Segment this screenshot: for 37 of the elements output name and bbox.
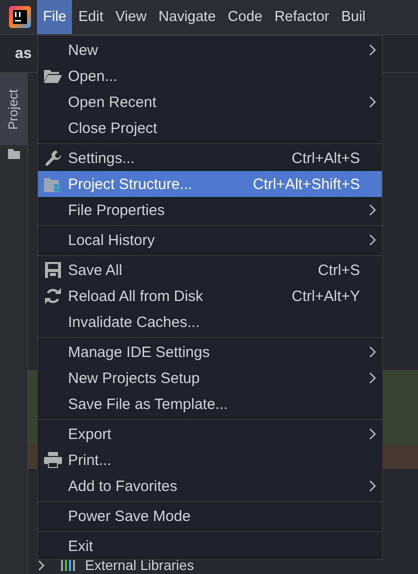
menu-item[interactable]: File Properties — [38, 197, 382, 223]
menu-bar-item[interactable]: Buil — [335, 0, 372, 34]
menu-item[interactable]: Invalidate Caches... — [38, 309, 382, 335]
printer-icon — [44, 452, 62, 468]
menu-bar-item[interactable]: Navigate — [152, 0, 222, 34]
library-icon — [61, 559, 77, 571]
menu-bar-item[interactable]: View — [109, 0, 153, 34]
menu-item[interactable]: Exit — [38, 533, 382, 559]
menu-item[interactable]: Save All Ctrl+S — [38, 257, 382, 283]
app-logo-icon[interactable] — [9, 6, 31, 28]
tool-window-tab[interactable]: Project — [0, 73, 27, 145]
folder-icon — [44, 69, 62, 83]
menu-item[interactable]: Open Recent — [38, 89, 382, 115]
menu-item[interactable]: Open... — [38, 63, 382, 89]
folder-icon — [44, 176, 62, 192]
menu-item[interactable]: Close Project — [38, 115, 382, 141]
menu-bar-item[interactable]: Code — [222, 0, 268, 34]
folder-icon — [8, 149, 20, 159]
menu-item[interactable]: Reload All from Disk Ctrl+Alt+Y — [38, 283, 382, 309]
reload-icon — [45, 288, 61, 304]
menu-bar-item[interactable]: File — [37, 0, 72, 34]
menu-item[interactable]: Print... — [38, 447, 382, 473]
menu-item[interactable]: Add to Favorites — [38, 473, 382, 499]
menu-item[interactable]: Power Save Mode — [38, 503, 382, 529]
chevron-right-icon[interactable] — [38, 560, 45, 570]
menu-item[interactable]: New — [38, 37, 382, 63]
wrench-icon — [44, 150, 62, 166]
menu-item[interactable]: Save File as Template... — [38, 391, 382, 417]
menu-item[interactable]: Export — [38, 421, 382, 447]
menu-item[interactable]: New Projects Setup — [38, 365, 382, 391]
menu-item[interactable]: Settings... Ctrl+Alt+S — [38, 145, 382, 171]
editor-tab[interactable]: as — [15, 45, 32, 62]
menu-item[interactable]: Manage IDE Settings — [38, 339, 382, 365]
menu-bar-item[interactable]: Edit — [72, 0, 110, 34]
menu-item[interactable]: Local History — [38, 227, 382, 253]
menu-bar-item[interactable]: Refactor — [268, 0, 336, 34]
menu-item[interactable]: Project Structure... Ctrl+Alt+Shift+S — [38, 171, 382, 197]
